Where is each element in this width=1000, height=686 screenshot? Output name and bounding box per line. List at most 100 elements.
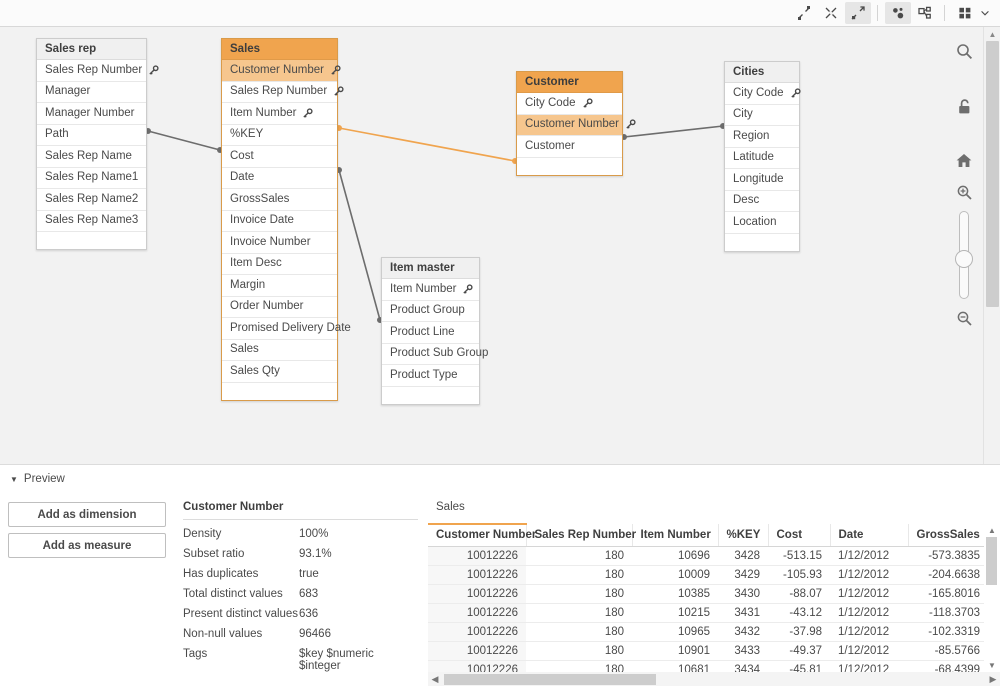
field-row[interactable]: Promised Delivery Date [222,318,337,340]
collapse-triangle-icon[interactable]: ▼ [10,475,18,484]
column-header[interactable]: Customer Number [428,524,526,546]
table-box-cities[interactable]: CitiesCity CodeCityRegionLatitudeLongitu… [724,61,800,252]
table-box-sales[interactable]: SalesCustomer NumberSales Rep NumberItem… [221,38,338,401]
field-row[interactable]: Sales [222,340,337,362]
preview-header[interactable]: ▼ Preview [0,464,1000,493]
field-row[interactable]: Manager Number [37,103,146,125]
column-header[interactable]: Item Number [632,524,718,546]
field-row[interactable]: Order Number [222,297,337,319]
table-box-customer[interactable]: CustomerCity CodeCustomer NumberCustomer [516,71,623,176]
field-label: Sales Qty [230,361,280,383]
column-header[interactable]: Sales Rep Number [526,524,632,546]
link-sales-customer[interactable] [336,125,518,164]
table-row[interactable]: 10012226180109653432-37.981/12/2012-102.… [428,622,984,641]
model-canvas[interactable]: Sales repSales Rep NumberManagerManager … [0,27,1000,464]
field-row[interactable]: Sales Rep Name3 [37,211,146,233]
hscroll-track[interactable] [442,674,986,685]
column-header[interactable]: GrossSales [908,524,984,546]
data-table-vertical-scrollbar[interactable]: ▲ ▼ [986,523,998,672]
field-row[interactable]: Customer Number [517,115,622,137]
home-icon[interactable] [951,147,977,173]
data-table-horizontal-scrollbar[interactable]: ◀ ▶ [428,672,1000,686]
chevron-down-icon[interactable] [978,8,992,18]
field-row[interactable]: City [725,105,799,127]
table-row[interactable]: 10012226180103853430-88.071/12/2012-165.… [428,584,984,603]
table-title-cities: Cities [725,62,799,83]
field-row[interactable]: Longitude [725,169,799,191]
table-box-item-master[interactable]: Item masterItem NumberProduct GroupProdu… [381,257,480,405]
table-box-sales-rep[interactable]: Sales repSales Rep NumberManagerManager … [36,38,147,250]
link-sales-itemmaster[interactable] [336,167,383,323]
field-row[interactable]: Product Type [382,365,479,387]
field-row[interactable]: Item Desc [222,254,337,276]
field-label: %KEY [230,124,263,146]
add-as-measure-button[interactable]: Add as measure [8,533,166,558]
zoom-in-icon[interactable] [951,179,977,205]
hscroll-thumb[interactable] [444,674,656,685]
data-scroll-down-arrow[interactable]: ▼ [986,658,998,672]
field-label: Sales Rep Name3 [45,210,138,232]
grid-view-icon[interactable] [952,2,978,24]
field-row[interactable]: City Code [725,83,799,105]
field-row[interactable]: Sales Rep Number [222,82,337,104]
zoom-slider-handle[interactable] [955,250,973,268]
data-scroll-up-arrow[interactable]: ▲ [986,523,998,537]
field-row[interactable]: Date [222,168,337,190]
column-header[interactable]: Date [830,524,908,546]
scroll-up-arrow[interactable]: ▲ [984,27,1000,41]
table-row[interactable]: 10012226180109013433-49.371/12/2012-85.5… [428,641,984,660]
field-row[interactable]: Sales Rep Number [37,60,146,82]
field-row[interactable]: Path [37,125,146,147]
link-salesrep-sales[interactable] [145,128,223,153]
field-row[interactable]: Customer Number [222,60,337,82]
scroll-thumb[interactable] [986,41,999,307]
field-row[interactable]: Location [725,212,799,234]
table-row[interactable]: 10012226180106963428-513.151/12/2012-573… [428,546,984,565]
field-row[interactable]: Product Sub Group [382,344,479,366]
scissors-icon[interactable] [818,2,844,24]
zoom-out-icon[interactable] [951,305,977,331]
field-row[interactable]: Latitude [725,148,799,170]
hscroll-left-arrow[interactable]: ◀ [428,674,442,685]
field-row[interactable]: Item Number [222,103,337,125]
column-header[interactable]: Cost [768,524,830,546]
field-row[interactable]: Sales Rep Name1 [37,168,146,190]
field-row[interactable]: City Code [517,93,622,115]
table-row[interactable]: 10012226180102153431-43.121/12/2012-118.… [428,603,984,622]
field-row[interactable]: Invoice Date [222,211,337,233]
unlock-icon[interactable] [951,94,977,120]
hscroll-right-arrow[interactable]: ▶ [986,674,1000,685]
zoom-slider[interactable] [959,211,969,299]
field-row[interactable]: Region [725,126,799,148]
field-row[interactable]: Manager [37,82,146,104]
field-row[interactable]: %KEY [222,125,337,147]
field-row[interactable]: Sales Rep Name [37,146,146,168]
collapse-all-icon[interactable] [791,2,817,24]
data-preview-scroller[interactable]: Customer NumberSales Rep NumberItem Numb… [428,523,984,672]
search-icon[interactable] [951,38,977,64]
field-row[interactable]: Product Line [382,322,479,344]
data-scroll-thumb[interactable] [986,537,997,585]
field-row[interactable]: Product Group [382,301,479,323]
canvas-vertical-scrollbar[interactable]: ▲ [983,27,1000,464]
field-row[interactable]: Cost [222,146,337,168]
add-as-dimension-button[interactable]: Add as dimension [8,502,166,527]
table-cell: 10012226 [428,603,526,622]
link-customer-cities[interactable] [621,123,726,140]
field-row[interactable]: Invoice Number [222,232,337,254]
bubble-view-icon[interactable] [885,2,911,24]
node-view-icon[interactable] [912,2,938,24]
table-cell: -37.98 [768,622,830,641]
field-row[interactable]: Customer [517,136,622,158]
field-row[interactable]: Sales Qty [222,361,337,383]
field-row[interactable]: Margin [222,275,337,297]
field-row[interactable]: Item Number [382,279,479,301]
table-row[interactable]: 10012226180106813434-45.811/12/2012-68.4… [428,660,984,672]
field-row[interactable]: GrossSales [222,189,337,211]
field-row[interactable]: Desc [725,191,799,213]
column-header[interactable]: %KEY [718,524,768,546]
table-row[interactable]: 10012226180100093429-105.931/12/2012-204… [428,565,984,584]
field-metadata: Customer Number Density100%Subset ratio9… [183,501,418,672]
expand-all-icon[interactable] [845,2,871,24]
field-row[interactable]: Sales Rep Name2 [37,189,146,211]
